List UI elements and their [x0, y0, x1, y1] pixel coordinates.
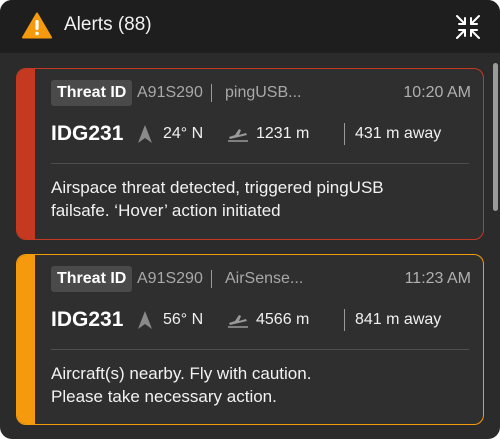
divider	[344, 309, 345, 331]
alert-metrics: IDG231 56° N 4566 m 841 m away	[51, 305, 471, 335]
alert-card[interactable]: Threat ID A91S290 AirSense... 11:23 AM I…	[16, 254, 484, 425]
divider	[344, 123, 345, 145]
scrollbar-thumb[interactable]	[493, 63, 498, 211]
heading-arrow-icon	[138, 125, 152, 143]
alert-message: Aircraft(s) nearby. Fly with caution. Pl…	[51, 362, 471, 408]
alert-message-line: failsafe. ‘Hover’ action initiated	[51, 201, 281, 220]
alert-message-line: Aircraft(s) nearby. Fly with caution.	[51, 364, 312, 383]
collapse-arrows-icon[interactable]	[455, 14, 481, 40]
altitude-icon	[228, 129, 248, 142]
altitude-value: 4566 m	[256, 311, 310, 328]
alert-time: 11:23 AM	[404, 270, 471, 287]
threat-id-value: A91S290	[137, 270, 203, 287]
drone-id: IDG231	[51, 122, 124, 145]
card-divider	[51, 349, 469, 350]
alerts-title: Alerts (88)	[64, 14, 152, 35]
distance-value: 431 m away	[355, 125, 442, 142]
severity-bar	[17, 255, 35, 424]
alert-id-row: Threat ID A91S290 pingUSB... 10:20 AM	[51, 80, 471, 106]
alert-source: pingUSB...	[225, 84, 302, 101]
altitude-icon	[228, 315, 248, 328]
alert-metrics: IDG231 24° N 1231 m 431 m away	[51, 119, 471, 149]
alert-source: AirSense...	[225, 270, 304, 287]
threat-id-value: A91S290	[137, 84, 203, 101]
divider	[211, 270, 212, 288]
altitude-value: 1231 m	[256, 125, 310, 142]
alert-time: 10:20 AM	[403, 84, 471, 101]
heading-value: 56° N	[163, 311, 204, 328]
alerts-header: Alerts (88)	[0, 0, 500, 53]
distance-value: 841 m away	[355, 311, 442, 328]
severity-bar	[17, 69, 35, 239]
card-divider	[51, 163, 469, 164]
warning-triangle-icon	[22, 12, 52, 39]
alert-card[interactable]: Threat ID A91S290 pingUSB... 10:20 AM ID…	[16, 68, 484, 240]
drone-id: IDG231	[51, 308, 124, 331]
alert-message-line: Airspace threat detected, triggered ping…	[51, 178, 384, 197]
heading-value: 24° N	[163, 125, 204, 142]
alert-message: Airspace threat detected, triggered ping…	[51, 176, 471, 222]
divider	[211, 84, 212, 102]
heading-arrow-icon	[138, 311, 152, 329]
alerts-panel: Alerts (88) Threat ID A91S290 pingUSB...…	[0, 0, 500, 439]
alert-id-row: Threat ID A91S290 AirSense... 11:23 AM	[51, 266, 471, 292]
threat-id-label: Threat ID	[51, 80, 133, 106]
scrollbar[interactable]	[491, 53, 500, 439]
threat-id-label: Threat ID	[51, 266, 133, 292]
alert-message-line: Please take necessary action.	[51, 387, 277, 406]
